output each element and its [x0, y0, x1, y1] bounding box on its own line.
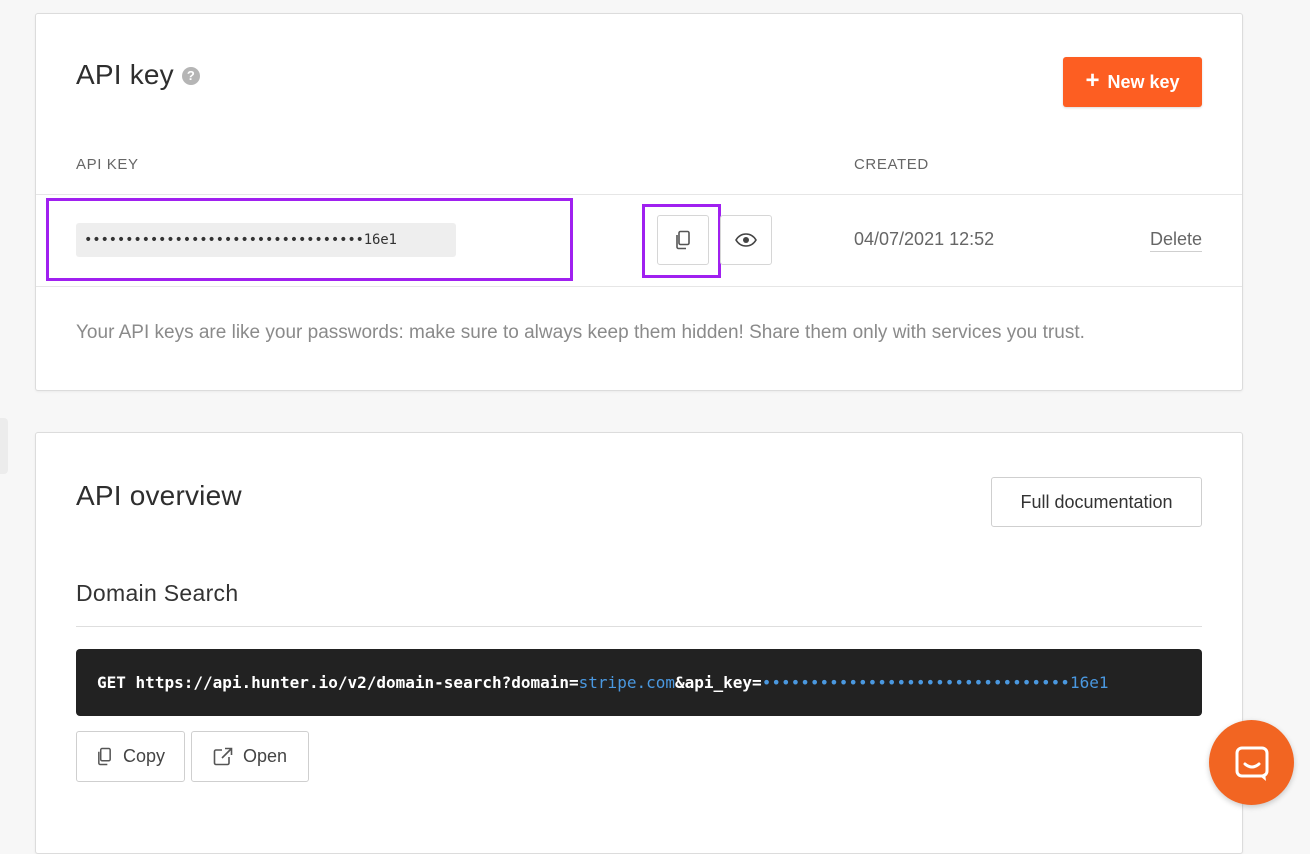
api-key-card: API key? + New key API KEY CREATED •••••…	[35, 13, 1243, 391]
reveal-key-button[interactable]	[720, 215, 772, 265]
request-param: &api_key=	[674, 673, 762, 692]
api-key-title: API key	[76, 59, 174, 90]
open-label: Open	[242, 746, 288, 766]
external-link-icon	[213, 747, 233, 766]
api-overview-card: API overview Full documentation Domain S…	[35, 432, 1243, 854]
copy-label: Copy	[122, 746, 166, 766]
api-overview-title: API overview	[76, 480, 242, 511]
request-domain: stripe.com	[578, 673, 675, 692]
full-documentation-button[interactable]: Full documentation	[991, 477, 1202, 527]
open-request-button[interactable]: Open	[191, 731, 309, 782]
created-date: 04/07/2021 12:52	[854, 229, 995, 249]
delete-key-link[interactable]: Delete	[1149, 229, 1202, 252]
section-divider	[76, 626, 1202, 627]
plus-icon: +	[1085, 67, 1100, 94]
request-code-block: GET https://api.hunter.io/v2/domain-sear…	[76, 649, 1202, 716]
copy-request-button[interactable]: Copy	[76, 731, 185, 782]
row-divider	[36, 286, 1242, 287]
domain-search-title: Domain Search	[76, 580, 239, 606]
collapsed-side-tab	[0, 418, 8, 474]
api-key-title-row: API key?	[76, 59, 200, 91]
help-icon[interactable]: ?	[181, 66, 200, 85]
eye-icon	[735, 233, 757, 247]
chat-icon	[1235, 746, 1268, 781]
highlight-box-key	[46, 198, 573, 281]
api-key-warning: Your API keys are like your passwords: m…	[76, 322, 1085, 343]
request-api-key: ••••••••••••••••••••••••••••••••16e1	[761, 673, 1109, 692]
new-key-button[interactable]: + New key	[1063, 57, 1202, 107]
highlight-box-copy	[642, 204, 721, 278]
new-key-label: New key	[1107, 71, 1180, 92]
request-method: GET	[97, 673, 126, 692]
table-divider	[36, 194, 1242, 195]
column-header-created: CREATED	[854, 156, 929, 173]
copy-icon	[98, 747, 111, 766]
chat-launcher-button[interactable]	[1209, 720, 1294, 805]
request-url: https://api.hunter.io/v2/domain-search?d…	[135, 673, 579, 692]
column-header-api-key: API KEY	[76, 156, 139, 173]
